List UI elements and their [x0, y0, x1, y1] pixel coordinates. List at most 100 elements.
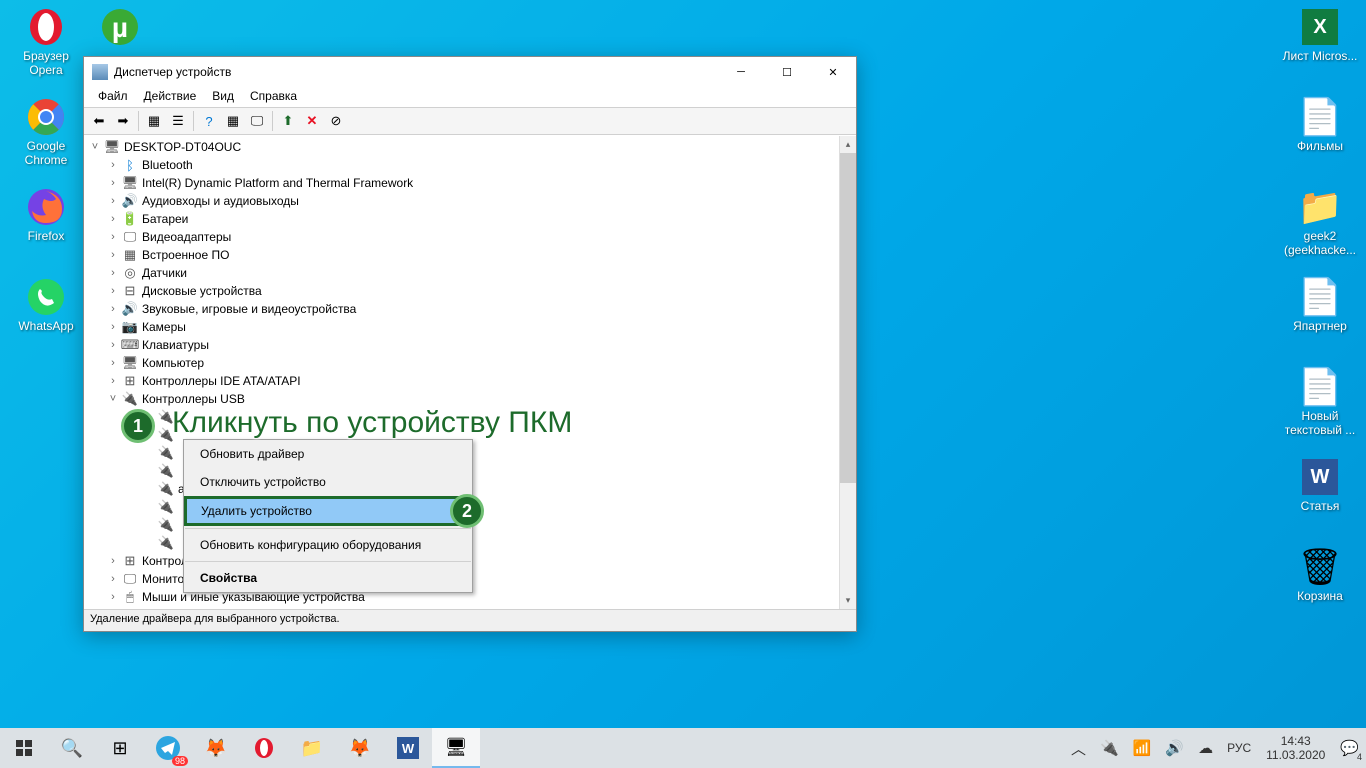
tree-item[interactable]: › 🖵 Видеоадаптеры — [84, 228, 839, 246]
expand-icon[interactable]: ˅ — [106, 392, 120, 406]
tree-label: Bluetooth — [142, 158, 193, 172]
taskbar-device-manager[interactable]: 🖥 — [432, 728, 480, 768]
desktop-icon[interactable]: WСтатья — [1282, 456, 1358, 514]
uninstall-button[interactable]: ✕ — [301, 110, 323, 132]
back-button[interactable]: ⬅ — [88, 110, 110, 132]
task-view-button[interactable]: ⊞ — [96, 728, 144, 768]
cm-properties[interactable]: Свойства — [184, 564, 472, 592]
help-button[interactable]: ? — [198, 110, 220, 132]
taskbar-opera[interactable] — [240, 728, 288, 768]
expand-icon[interactable]: › — [106, 158, 120, 172]
separator — [185, 528, 471, 529]
menu-help[interactable]: Справка — [242, 87, 305, 107]
tree-item[interactable]: › ⊟ Дисковые устройства — [84, 282, 839, 300]
taskbar-firefox[interactable]: 🦊 — [192, 728, 240, 768]
expand-icon[interactable]: ˅ — [88, 140, 102, 154]
expand-icon[interactable]: › — [106, 266, 120, 280]
search-button[interactable]: 🔍 — [48, 728, 96, 768]
scrollbar[interactable]: ▴ ▾ — [839, 136, 856, 609]
maximize-button[interactable]: ☐ — [764, 57, 810, 87]
taskbar-telegram[interactable] — [144, 728, 192, 768]
tree-item[interactable]: › ⊞ Контроллеры IDE ATA/ATAPI — [84, 372, 839, 390]
tree-item[interactable]: › 🔊 Звуковые, игровые и видеоустройства — [84, 300, 839, 318]
properties-button[interactable]: ☰ — [167, 110, 189, 132]
menu-view[interactable]: Вид — [204, 87, 242, 107]
device-icon: 🔊 — [122, 301, 138, 317]
expand-icon[interactable]: › — [106, 248, 120, 262]
tree-item[interactable]: › 🖥 Компьютер — [84, 354, 839, 372]
tree-item[interactable]: › ᛒ Bluetooth — [84, 156, 839, 174]
tray-language[interactable]: РУС — [1220, 728, 1258, 768]
desktop-icon-opera[interactable]: Браузер Opera — [8, 6, 84, 78]
expand-icon[interactable]: › — [106, 338, 120, 352]
desktop-icon[interactable]: 📄Новый текстовый ... — [1282, 366, 1358, 438]
cm-update-driver[interactable]: Обновить драйвер — [184, 440, 472, 468]
show-hidden-button[interactable]: ▦ — [143, 110, 165, 132]
clock-date: 11.03.2020 — [1266, 748, 1325, 762]
scroll-up-button[interactable]: ▴ — [840, 136, 856, 153]
forward-button[interactable]: ➡ — [112, 110, 134, 132]
cm-disable-device[interactable]: Отключить устройство — [184, 468, 472, 496]
expand-icon[interactable]: › — [106, 320, 120, 334]
tree-item[interactable]: › 🖥 Intel(R) Dynamic Platform and Therma… — [84, 174, 839, 192]
tree-item[interactable]: › ◎ Датчики — [84, 264, 839, 282]
tray-wifi-icon[interactable]: 📶 — [1126, 728, 1159, 768]
cm-remove-device[interactable]: Удалить устройство — [184, 496, 472, 526]
annotation-badge-2: 2 — [450, 494, 484, 528]
desktop-icon[interactable]: 📄Фильмы — [1282, 96, 1358, 154]
expand-icon[interactable]: › — [106, 194, 120, 208]
minimize-button[interactable]: ─ — [718, 57, 764, 87]
taskbar-explorer[interactable]: 📁 — [288, 728, 336, 768]
expand-icon[interactable]: › — [106, 176, 120, 190]
tree-item[interactable]: › ⌨ Клавиатуры — [84, 336, 839, 354]
update-driver-button[interactable]: ⬆ — [277, 110, 299, 132]
statusbar: Удаление драйвера для выбранного устройс… — [84, 609, 856, 631]
expand-icon[interactable]: › — [106, 302, 120, 316]
expand-icon[interactable]: › — [106, 554, 120, 568]
start-button[interactable] — [0, 728, 48, 768]
scan-button[interactable]: ▦ — [222, 110, 244, 132]
taskbar-word[interactable]: W — [384, 728, 432, 768]
tree-item[interactable]: › 📷 Камеры — [84, 318, 839, 336]
desktop-icon[interactable]: XЛист Micros... — [1282, 6, 1358, 64]
tray-power-icon[interactable]: 🔌 — [1093, 728, 1126, 768]
tree-item[interactable]: › 🔊 Аудиовходы и аудиовыходы — [84, 192, 839, 210]
tray-expand-icon[interactable]: ︿ — [1064, 728, 1093, 768]
expand-icon[interactable]: › — [106, 590, 120, 604]
menu-file[interactable]: Файл — [90, 87, 136, 107]
desktop-icon-utorrent[interactable]: µ — [82, 6, 158, 50]
cm-scan-hardware[interactable]: Обновить конфигурацию оборудования — [184, 531, 472, 559]
desktop-icon-chrome[interactable]: Google Chrome — [8, 96, 84, 168]
tray-notifications-icon[interactable]: 💬4 — [1333, 728, 1366, 768]
scroll-down-button[interactable]: ▾ — [840, 592, 856, 609]
scrollbar-thumb[interactable] — [840, 153, 856, 483]
desktop-label: Статья — [1282, 500, 1358, 514]
expand-icon[interactable]: › — [106, 374, 120, 388]
desktop-label: Новый текстовый ... — [1282, 410, 1358, 438]
disable-button[interactable]: ⊘ — [325, 110, 347, 132]
close-button[interactable]: ✕ — [810, 57, 856, 87]
tree-item[interactable]: › ▦ Встроенное ПО — [84, 246, 839, 264]
menu-action[interactable]: Действие — [136, 87, 205, 107]
titlebar[interactable]: Диспетчер устройств ─ ☐ ✕ — [84, 57, 856, 87]
taskbar-firefox2[interactable]: 🦊 — [336, 728, 384, 768]
tree-root[interactable]: ˅ 🖥 DESKTOP-DT04OUC — [84, 138, 839, 156]
tree-item[interactable]: › 🔋 Батареи — [84, 210, 839, 228]
tray-volume-icon[interactable]: 🔊 — [1158, 728, 1191, 768]
desktop-icon[interactable]: 📁geek2 (geekhacke... — [1282, 186, 1358, 258]
tray-clock[interactable]: 14:43 11.03.2020 — [1258, 734, 1333, 763]
expand-icon[interactable]: › — [106, 284, 120, 298]
expand-icon[interactable]: › — [106, 230, 120, 244]
device-icon: ▦ — [122, 247, 138, 263]
expand-icon[interactable]: › — [106, 572, 120, 586]
expand-icon[interactable]: › — [106, 212, 120, 226]
desktop-icon-firefox[interactable]: Firefox — [8, 186, 84, 244]
device-icon: ⌨ — [122, 337, 138, 353]
monitor-view-button[interactable]: 🖵 — [246, 110, 268, 132]
desktop-icon[interactable]: 🗑Корзина — [1282, 546, 1358, 604]
desktop-icon-whatsapp[interactable]: WhatsApp — [8, 276, 84, 334]
device-icon: 🔋 — [122, 211, 138, 227]
tray-onedrive-icon[interactable]: ☁ — [1191, 728, 1220, 768]
desktop-icon[interactable]: 📄Япартнер — [1282, 276, 1358, 334]
expand-icon[interactable]: › — [106, 356, 120, 370]
